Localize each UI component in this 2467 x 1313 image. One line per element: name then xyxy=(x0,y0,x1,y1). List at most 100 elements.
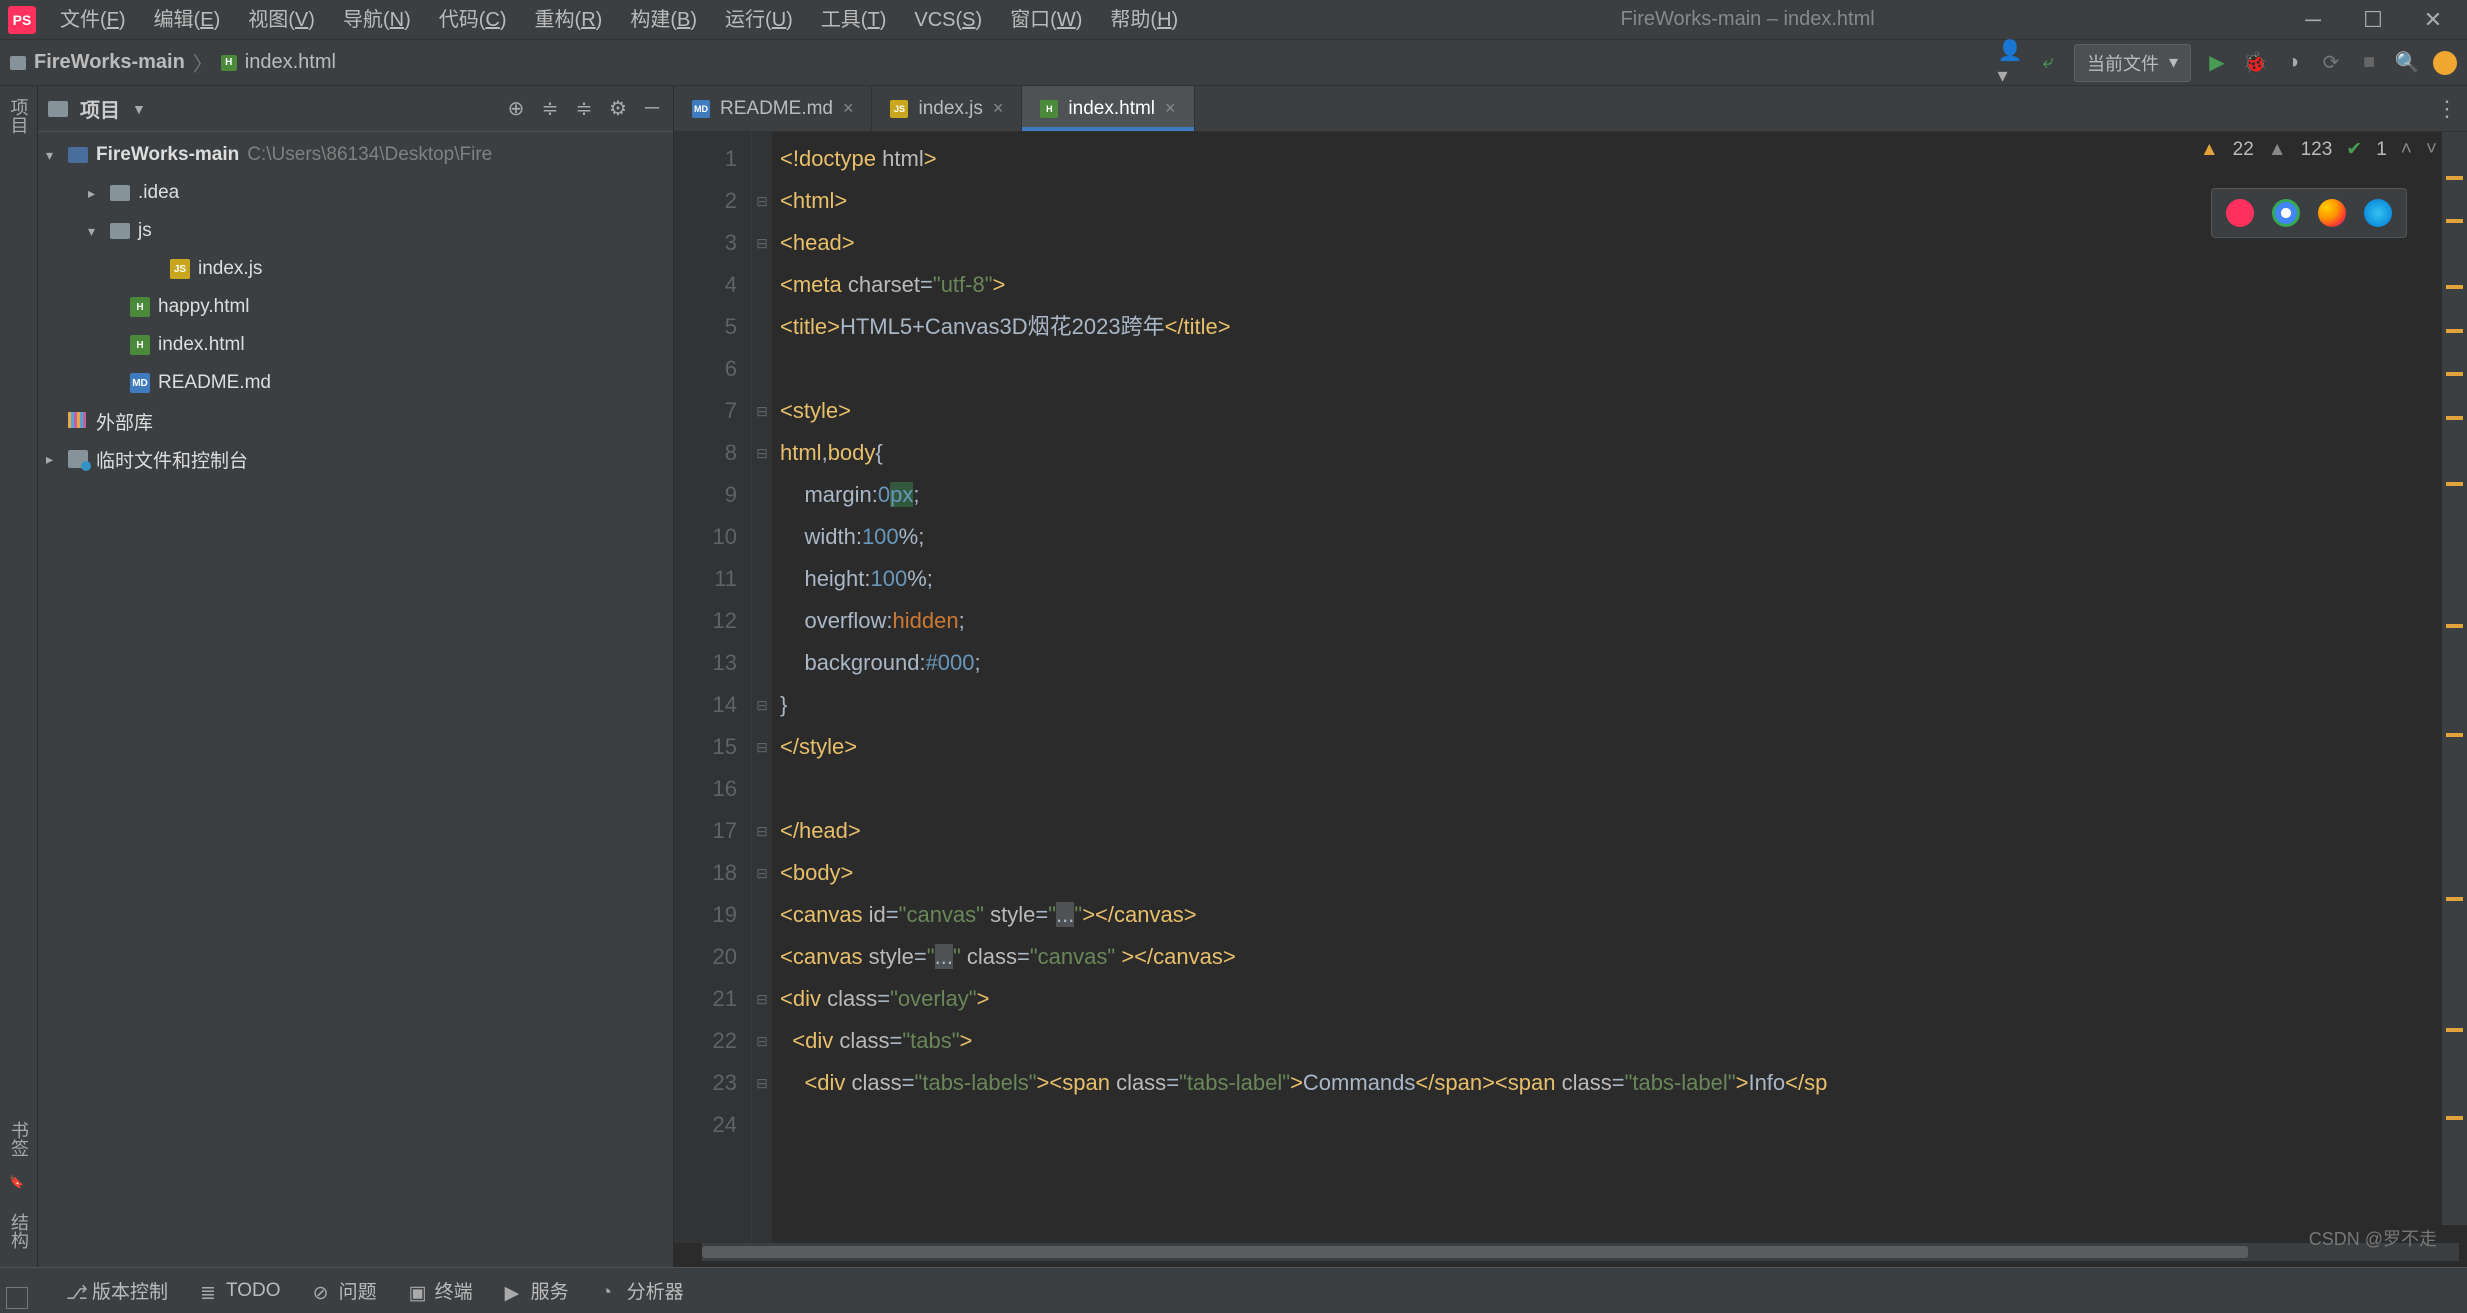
menu-item[interactable]: 代码(C) xyxy=(425,0,521,40)
maximize-button[interactable]: ☐ xyxy=(2363,10,2383,30)
run-button[interactable]: ▶ xyxy=(2205,51,2229,75)
chevron-right-icon[interactable]: ▸ xyxy=(88,185,102,202)
hide-icon[interactable]: ─ xyxy=(641,98,663,120)
horizontal-scrollbar[interactable] xyxy=(702,1243,2459,1261)
tree-label: README.md xyxy=(158,372,271,394)
structure-tool-button[interactable]: 结构 xyxy=(6,1213,32,1249)
tabs-more-icon[interactable]: ⋮ xyxy=(2427,86,2467,131)
html-file-icon: H xyxy=(221,55,237,71)
collapse-all-icon[interactable]: ≑ xyxy=(573,98,595,120)
stop-button[interactable]: ■ xyxy=(2357,51,2381,75)
menu-item[interactable]: 重构(R) xyxy=(521,0,617,40)
next-highlight-icon[interactable]: ˅ xyxy=(2426,139,2437,161)
close-tab-icon[interactable]: × xyxy=(993,98,1004,119)
problems-tool-button[interactable]: ⊘问题 xyxy=(313,1277,377,1304)
settings-icon[interactable]: ⚙ xyxy=(607,98,629,120)
editor-tab[interactable]: Hindex.html× xyxy=(1022,86,1194,131)
tree-folder-idea[interactable]: ▸ .idea xyxy=(38,174,673,212)
minimize-button[interactable]: ─ xyxy=(2303,10,2323,30)
menu-item[interactable]: 构建(B) xyxy=(616,0,711,40)
chevron-down-icon[interactable]: ▼ xyxy=(132,101,146,117)
watermark: CSDN @罗不走 xyxy=(2309,1225,2437,1251)
debug-button[interactable]: 🐞 xyxy=(2243,51,2267,75)
services-tool-button[interactable]: ▶服务 xyxy=(505,1277,569,1304)
chrome-icon[interactable] xyxy=(2272,199,2300,227)
todo-tool-button[interactable]: ≣TODO xyxy=(200,1280,281,1302)
tree-folder-js[interactable]: ▾ js xyxy=(38,212,673,250)
bookmark-icon[interactable]: 🔖 xyxy=(9,1175,29,1195)
weak-warning-icon: ▲ xyxy=(2268,139,2287,161)
coverage-button[interactable]: ◑ xyxy=(2281,51,2305,75)
chevron-down-icon[interactable]: ▾ xyxy=(88,223,102,240)
folder-icon xyxy=(110,223,130,239)
menu-item[interactable]: VCS(S) xyxy=(900,0,996,40)
editor-tab[interactable]: JSindex.js× xyxy=(872,86,1022,131)
tree-file-happy-html[interactable]: H happy.html xyxy=(38,288,673,326)
vcs-tool-button[interactable]: ⎇版本控制 xyxy=(66,1277,168,1304)
menu-item[interactable]: 工具(T) xyxy=(807,0,901,40)
menu-item[interactable]: 编辑(E) xyxy=(140,0,235,40)
scrollbar-thumb[interactable] xyxy=(702,1246,2248,1258)
folder-icon xyxy=(110,185,130,201)
project-tool-button[interactable]: 项目 xyxy=(6,92,32,140)
run-config-select[interactable]: 当前文件 ▾ xyxy=(2074,44,2191,82)
line-gutter[interactable]: 123456789101112131415161718192021222324 xyxy=(674,132,752,1243)
user-icon[interactable]: 👤▾ xyxy=(1998,51,2022,75)
services-icon: ▶ xyxy=(505,1282,523,1300)
tree-label: js xyxy=(138,220,152,242)
open-in-browser-bar xyxy=(2211,188,2407,238)
expand-all-icon[interactable]: ≑ xyxy=(539,98,561,120)
tree-file-index-js[interactable]: JS index.js xyxy=(38,250,673,288)
tree-file-readme[interactable]: MD README.md xyxy=(38,364,673,402)
bookmarks-tool-button[interactable]: 书签 xyxy=(6,1121,32,1157)
firefox-icon[interactable] xyxy=(2318,199,2346,227)
profile-button[interactable]: ⟳ xyxy=(2319,51,2343,75)
tree-label: 临时文件和控制台 xyxy=(96,446,248,473)
warning-count: 22 xyxy=(2233,139,2254,161)
window-title: FireWorks-main – index.html xyxy=(1192,8,2303,31)
builtin-preview-icon[interactable] xyxy=(2226,199,2254,227)
close-tab-icon[interactable]: × xyxy=(1165,98,1176,119)
profiler-tool-button[interactable]: ◔分析器 xyxy=(601,1277,684,1304)
chevron-down-icon[interactable]: ▾ xyxy=(46,147,60,164)
menu-item[interactable]: 窗口(W) xyxy=(996,0,1096,40)
menu-item[interactable]: 视图(V) xyxy=(234,0,329,40)
menu-item[interactable]: 导航(N) xyxy=(329,0,425,40)
tree-scratches[interactable]: ▸ 临时文件和控制台 xyxy=(38,440,673,478)
project-panel-header: 项目 ▼ ⊕ ≑ ≑ ⚙ ─ xyxy=(38,86,673,132)
build-icon[interactable]: ⤶ xyxy=(2036,51,2060,75)
breadcrumb-file: index.html xyxy=(245,51,336,74)
search-icon[interactable]: 🔍 xyxy=(2395,51,2419,75)
fold-gutter[interactable]: ⊟⊟⊟⊟⊟⊟⊟⊟⊟⊟⊟ xyxy=(752,132,772,1243)
terminal-tool-button[interactable]: ▣终端 xyxy=(409,1277,473,1304)
profiler-icon: ◔ xyxy=(601,1282,619,1300)
menu-item[interactable]: 帮助(H) xyxy=(1096,0,1192,40)
tree-label: index.html xyxy=(158,334,245,356)
code-area[interactable]: <!doctype html><html><head><meta charset… xyxy=(772,132,2467,1243)
chevron-right-icon[interactable]: ▸ xyxy=(46,451,60,468)
updates-icon[interactable] xyxy=(2433,51,2457,75)
prev-highlight-icon[interactable]: ˄ xyxy=(2401,139,2412,161)
error-stripe[interactable] xyxy=(2441,132,2467,1225)
select-opened-icon[interactable]: ⊕ xyxy=(505,98,527,120)
project-folder-icon xyxy=(68,147,88,163)
tool-windows-quick-access-icon[interactable] xyxy=(6,1287,28,1309)
tree-file-index-html[interactable]: H index.html xyxy=(38,326,673,364)
breadcrumb[interactable]: FireWorks-main 〉 H index.html xyxy=(10,48,336,77)
md-file-icon: MD xyxy=(692,100,710,118)
tree-external-libraries[interactable]: ▸ 外部库 xyxy=(38,402,673,440)
tab-label: index.html xyxy=(1068,98,1155,120)
editor-tab[interactable]: MDREADME.md× xyxy=(674,86,872,131)
structure-tool-icon[interactable] xyxy=(8,150,30,172)
project-tree[interactable]: ▾ FireWorks-main C:\Users\86134\Desktop\… xyxy=(38,132,673,1267)
inspection-widget[interactable]: ▲22 ▲123 ✔1 ˄ ˅ xyxy=(2200,138,2437,161)
js-file-icon: JS xyxy=(890,100,908,118)
tree-root[interactable]: ▾ FireWorks-main C:\Users\86134\Desktop\… xyxy=(38,136,673,174)
terminal-icon: ▣ xyxy=(409,1282,427,1300)
edge-icon[interactable] xyxy=(2364,199,2392,227)
close-button[interactable]: ✕ xyxy=(2423,10,2443,30)
ok-count: 1 xyxy=(2376,139,2387,161)
close-tab-icon[interactable]: × xyxy=(843,98,854,119)
menu-item[interactable]: 文件(F) xyxy=(46,0,140,40)
menu-item[interactable]: 运行(U) xyxy=(711,0,807,40)
